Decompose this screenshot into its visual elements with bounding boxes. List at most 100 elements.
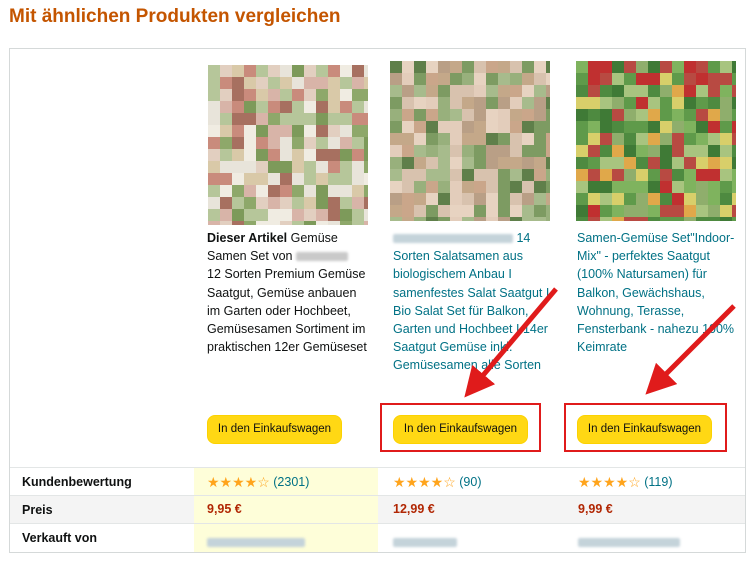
image-pixel [402,85,414,97]
title-line: Sorten Salatsamen aus [393,249,523,264]
rating-count[interactable]: (2301) [273,475,309,489]
image-pixel [220,209,232,221]
image-pixel [732,169,736,181]
image-pixel [244,113,256,125]
image-pixel [268,101,280,113]
image-pixel [232,185,244,197]
image-pixel [612,145,624,157]
image-pixel [576,169,588,181]
image-pixel [612,157,624,169]
highlight-box [564,403,727,452]
image-pixel [390,97,402,109]
image-pixel [684,73,696,85]
product-image[interactable] [208,65,368,225]
image-pixel [636,205,648,217]
image-pixel [208,137,220,149]
image-pixel [648,73,660,85]
title-line: Wohnung, Terasse, [577,303,685,318]
seller-value[interactable] [578,535,680,549]
image-pixel [708,109,720,121]
image-pixel [438,145,450,157]
image-pixel [600,157,612,169]
image-pixel [576,121,588,133]
image-pixel [256,173,268,185]
image-pixel [316,125,328,137]
image-pixel [522,193,534,205]
rating-cell[interactable]: ★★★★☆ (90) [393,474,481,491]
image-pixel [498,121,510,133]
image-pixel [426,133,438,145]
seller-value[interactable] [393,535,457,549]
image-pixel [426,61,438,73]
image-pixel [732,109,736,121]
product-title-link[interactable]: Samen-Gemüse Set"Indoor- Mix" - perfekte… [577,229,747,356]
image-pixel [402,121,414,133]
image-pixel [292,101,304,113]
image-pixel [462,193,474,205]
rating-cell[interactable]: ★★★★☆ (2301) [207,474,309,491]
image-pixel [414,169,426,181]
image-pixel [414,85,426,97]
title-line: Saatgut, Gemüse anbauen [207,285,357,300]
image-pixel [720,97,732,109]
image-pixel [672,109,684,121]
product-image[interactable] [390,61,550,221]
image-pixel [648,61,660,73]
image-pixel [280,77,292,89]
image-pixel [546,73,550,85]
image-pixel [256,161,268,173]
image-pixel [534,169,546,181]
image-pixel [588,157,600,169]
image-pixel [510,145,522,157]
title-line: Balkon, Gewächshaus, [577,285,705,300]
image-pixel [732,217,736,221]
image-pixel [612,61,624,73]
image-pixel [232,77,244,89]
image-pixel [732,133,736,145]
image-pixel [244,221,256,225]
image-pixel [546,109,550,121]
image-pixel [636,133,648,145]
image-pixel [672,169,684,181]
image-pixel [522,145,534,157]
image-pixel [486,61,498,73]
image-pixel [474,157,486,169]
image-pixel [684,181,696,193]
product-title-link[interactable]: 14 Sorten Salatsamen aus biologischem An… [393,229,563,375]
image-pixel [576,217,588,221]
image-pixel [244,185,256,197]
image-pixel [208,173,220,185]
seller-value[interactable] [207,535,305,549]
image-pixel [280,137,292,149]
add-to-cart-button[interactable]: In den Einkaufswagen [207,415,342,444]
image-pixel [498,205,510,217]
image-pixel [462,73,474,85]
image-pixel [328,197,340,209]
image-pixel [450,217,462,221]
image-pixel [534,217,546,221]
price-value: 12,99 € [393,502,435,516]
image-pixel [292,197,304,209]
image-pixel [426,97,438,109]
image-pixel [522,73,534,85]
image-pixel [534,193,546,205]
rating-count[interactable]: (90) [459,475,481,489]
image-pixel [414,61,426,73]
price-value: 9,99 € [578,502,613,516]
rating-cell[interactable]: ★★★★☆ (119) [578,474,673,491]
image-pixel [636,217,648,221]
image-pixel [546,205,550,217]
image-pixel [522,97,534,109]
image-pixel [304,125,316,137]
image-pixel [546,217,550,221]
image-pixel [498,217,510,221]
image-pixel [220,77,232,89]
image-pixel [600,61,612,73]
image-pixel [232,209,244,221]
image-pixel [660,61,672,73]
image-pixel [414,73,426,85]
rating-count[interactable]: (119) [644,475,672,489]
image-pixel [636,181,648,193]
product-image[interactable] [576,61,736,221]
image-pixel [624,145,636,157]
